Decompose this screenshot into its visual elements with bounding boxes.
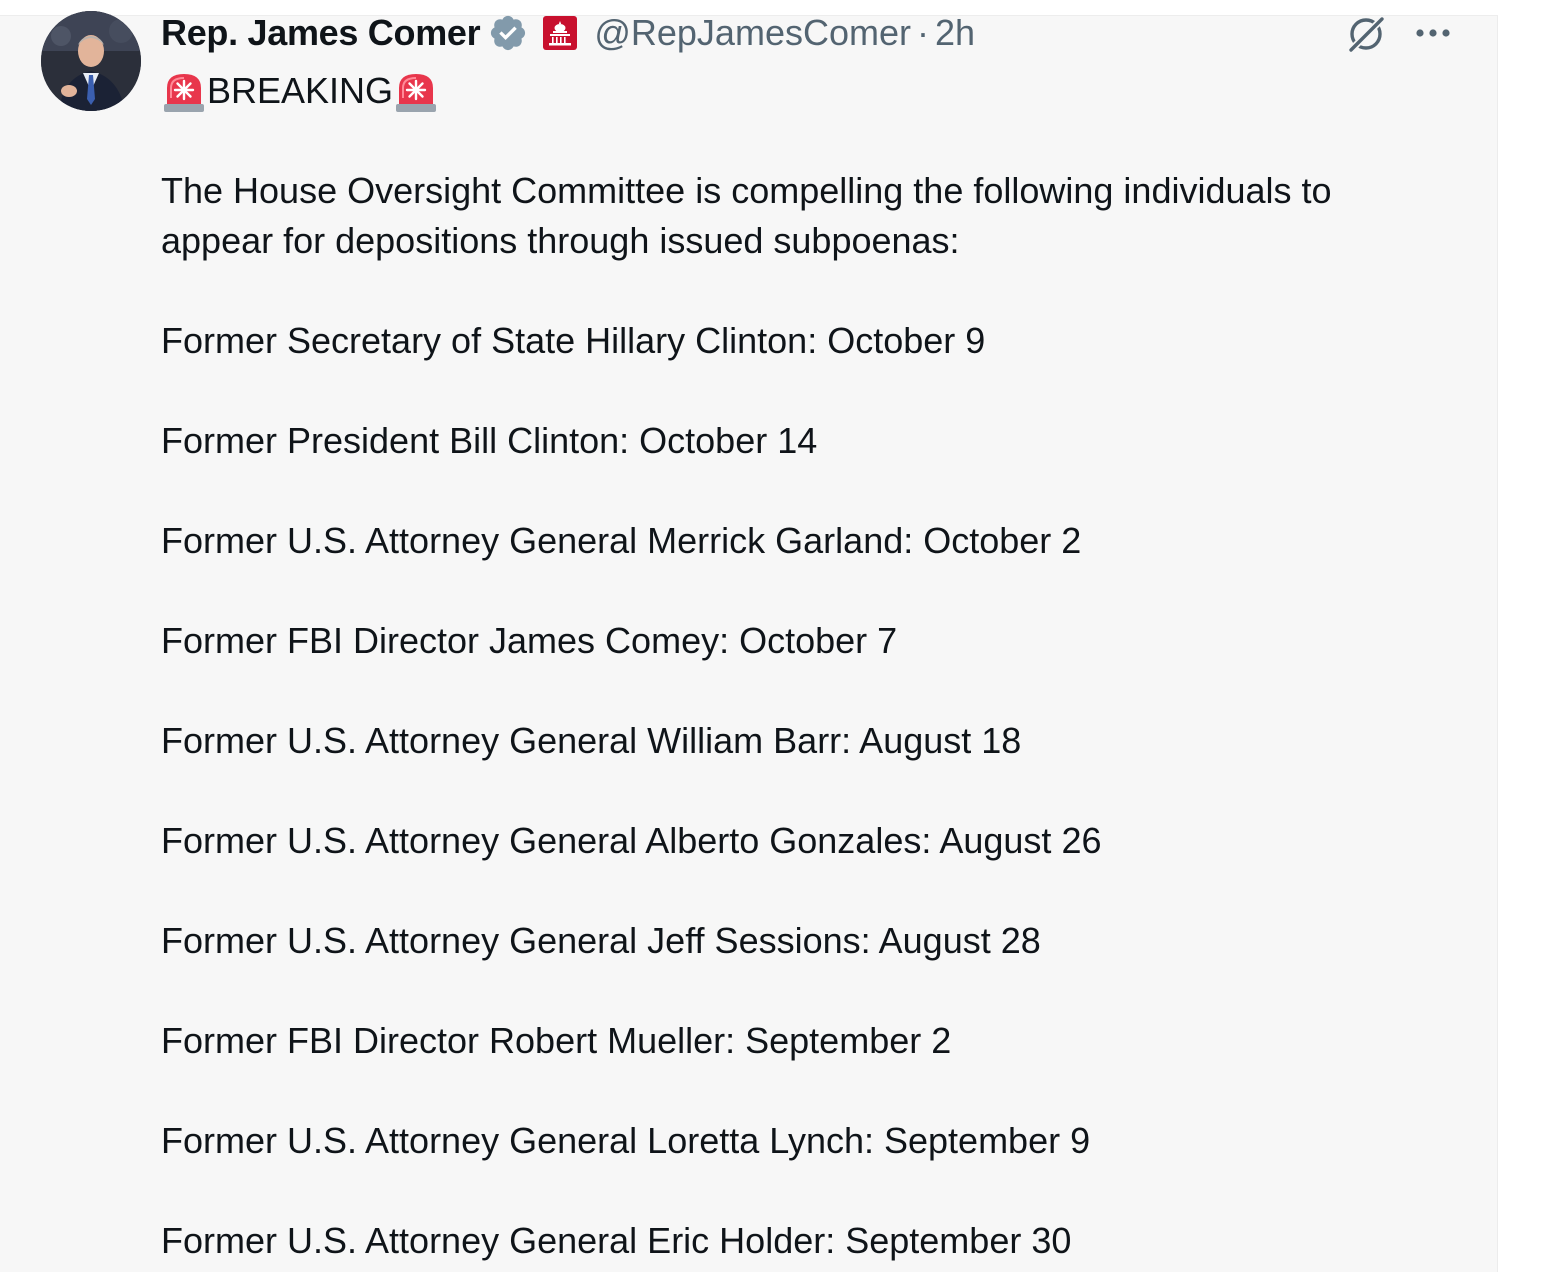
breaking-line: BREAKING [161,66,1451,116]
tweet-header: Rep. James Comer @RepJamesComer · 2h [161,10,975,56]
capitol-icon[interactable] [540,13,580,53]
police-light-icon [393,68,439,114]
list-item: Former FBI Director Robert Mueller: Sept… [161,1020,952,1061]
list-item: Former U.S. Attorney General Loretta Lyn… [161,1120,1091,1161]
grok-icon [1347,15,1386,54]
list-item: Former U.S. Attorney General Eric Holder… [161,1220,1072,1261]
display-name[interactable]: Rep. James Comer [161,12,481,54]
more-dots-icon [1416,29,1450,37]
more-button[interactable] [1412,18,1456,48]
intro-paragraph: The House Oversight Committee is compell… [161,170,1332,261]
author-handle[interactable]: @RepJamesComer [594,12,911,54]
list-item: Former U.S. Attorney General Alberto Gon… [161,820,1102,861]
police-light-icon [161,68,207,114]
list-item: Former U.S. Attorney General Jeff Sessio… [161,920,1041,961]
tweet-timestamp[interactable]: 2h [935,12,975,54]
header-separator: · [916,12,929,53]
list-item: Former President Bill Clinton: October 1… [161,420,818,461]
list-item: Former Secretary of State Hillary Clinto… [161,320,986,361]
list-item: Former U.S. Attorney General Merrick Gar… [161,520,1082,561]
list-item: Former U.S. Attorney General William Bar… [161,720,1022,761]
avatar[interactable] [41,11,141,111]
breaking-label: BREAKING [207,70,394,111]
tweet-card[interactable]: Rep. James Comer @RepJamesComer · 2h BRE… [0,0,1498,1272]
avatar-photo [41,11,141,111]
tweet-text: BREAKING The House Oversight Committee i… [161,66,1451,1266]
page: Rep. James Comer @RepJamesComer · 2h BRE… [0,0,1542,1272]
verified-badge-icon[interactable] [488,13,528,53]
list-item: Former FBI Director James Comey: October… [161,620,898,661]
grok-button[interactable] [1343,13,1389,55]
